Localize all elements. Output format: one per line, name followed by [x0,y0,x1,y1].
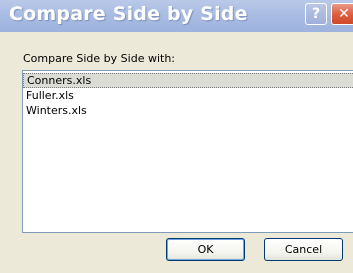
question-mark-icon: ? [311,6,321,22]
title-bar[interactable]: Compare Side by Side ? ✕ [0,0,353,32]
workbook-listbox[interactable]: Conners.xls Fuller.xls Winters.xls [22,70,353,233]
list-item-winters[interactable]: Winters.xls [23,103,353,118]
help-button[interactable]: ? [305,3,327,25]
compare-side-by-side-dialog: Compare Side by Side ? ✕ Compare Side by… [0,0,353,273]
list-item-fuller[interactable]: Fuller.xls [23,88,353,103]
compare-with-label: Compare Side by Side with: [23,52,175,65]
close-x-icon: ✕ [338,6,350,22]
close-button[interactable]: ✕ [331,3,353,25]
cancel-button[interactable]: Cancel [264,238,343,261]
dialog-title: Compare Side by Side [9,3,248,25]
list-item-conners[interactable]: Conners.xls [23,73,353,88]
ok-button[interactable]: OK [166,238,245,261]
